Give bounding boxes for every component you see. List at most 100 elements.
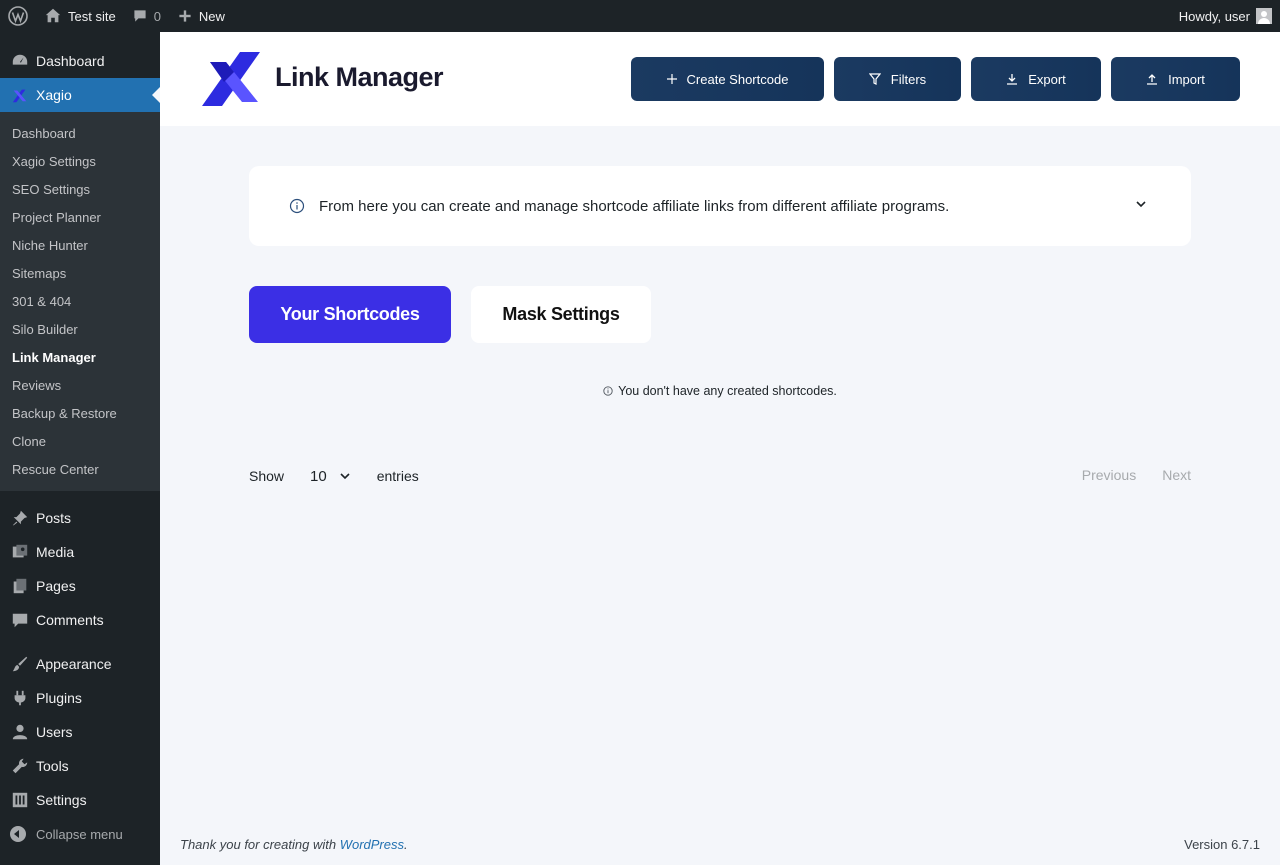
collapse-menu-label: Collapse menu <box>36 826 123 842</box>
submenu-seo-settings[interactable]: SEO Settings <box>0 175 160 203</box>
xagio-logo-icon <box>202 52 260 106</box>
chevron-down-icon[interactable] <box>1135 198 1147 210</box>
menu-pages[interactable]: Pages <box>0 569 160 603</box>
submenu-link-manager[interactable]: Link Manager <box>0 343 160 371</box>
show-label: Show <box>249 468 285 484</box>
brush-icon <box>10 654 30 674</box>
tab-your-shortcodes[interactable]: Your Shortcodes <box>249 286 451 343</box>
filters-button[interactable]: Filters <box>834 57 961 101</box>
new-label: New <box>198 8 225 24</box>
footer-version: Version 6.7.1 <box>1184 837 1260 852</box>
dashboard-icon <box>10 51 30 71</box>
menu-comments[interactable]: Comments <box>0 603 160 637</box>
menu-settings-label: Settings <box>36 792 87 808</box>
avatar <box>1256 8 1272 24</box>
next-button[interactable]: Next <box>1162 467 1191 483</box>
wrench-icon <box>10 756 30 776</box>
info-notice[interactable]: From here you can create and manage shor… <box>249 166 1191 246</box>
menu-settings[interactable]: Settings <box>0 783 160 817</box>
settings-icon <box>10 790 30 810</box>
notice-text: From here you can create and manage shor… <box>319 197 950 215</box>
menu-media-label: Media <box>36 544 75 560</box>
xagio-icon <box>10 85 30 105</box>
pagination: Previous Next <box>1082 467 1191 483</box>
wordpress-logo-icon <box>8 6 28 26</box>
footer-thanks-suffix: . <box>404 837 408 852</box>
create-shortcode-button[interactable]: Create Shortcode <box>631 57 824 101</box>
entries-select[interactable]: 10 <box>310 468 351 485</box>
menu-comments-label: Comments <box>36 612 104 628</box>
pages-icon <box>10 576 30 596</box>
menu-xagio[interactable]: Xagio <box>0 78 160 112</box>
page-title: Link Manager <box>275 62 444 92</box>
site-name: Test site <box>68 8 116 24</box>
collapse-arrow-icon <box>10 826 26 842</box>
admin-bar: Test site 0 New Howdy, user <box>0 0 1280 32</box>
entries-label: entries <box>376 468 419 484</box>
comment-icon <box>10 610 30 630</box>
submenu-dashboard[interactable]: Dashboard <box>0 119 160 147</box>
media-icon <box>10 542 30 562</box>
menu-plugins[interactable]: Plugins <box>0 681 160 715</box>
submenu-clone[interactable]: Clone <box>0 427 160 455</box>
chevron-down-icon <box>340 473 350 480</box>
home-icon <box>45 8 61 23</box>
account-menu[interactable]: Howdy, user <box>1179 8 1280 24</box>
submenu-backup-restore[interactable]: Backup & Restore <box>0 399 160 427</box>
xagio-submenu: Dashboard Xagio Settings SEO Settings Pr… <box>0 112 160 491</box>
site-name-menu[interactable]: Test site <box>36 0 124 32</box>
footer-thanks: Thank you for creating with WordPress. <box>180 837 408 852</box>
submenu-silo-builder[interactable]: Silo Builder <box>0 315 160 343</box>
menu-appearance[interactable]: Appearance <box>0 647 160 681</box>
submenu-sitemaps[interactable]: Sitemaps <box>0 259 160 287</box>
submenu-301-404[interactable]: 301 & 404 <box>0 287 160 315</box>
plus-icon <box>179 10 191 22</box>
import-label: Import <box>1168 71 1205 87</box>
menu-xagio-label: Xagio <box>36 87 72 103</box>
menu-pages-label: Pages <box>36 578 76 594</box>
new-content-menu[interactable]: New <box>169 0 233 32</box>
menu-users[interactable]: Users <box>0 715 160 749</box>
user-icon <box>10 722 30 742</box>
filter-icon <box>868 73 881 85</box>
submenu-rescue-center[interactable]: Rescue Center <box>0 455 160 483</box>
plug-icon <box>10 688 30 708</box>
entries-value: 10 <box>310 467 327 485</box>
info-circle-icon <box>289 198 305 214</box>
collapse-menu-button[interactable]: Collapse menu <box>0 817 160 851</box>
wp-logo-menu[interactable] <box>0 0 36 32</box>
menu-media[interactable]: Media <box>0 535 160 569</box>
menu-posts-label: Posts <box>36 510 72 526</box>
info-circle-icon <box>603 386 613 396</box>
howdy-greeting: Howdy, user <box>1178 8 1250 24</box>
empty-state: You don't have any created shortcodes. <box>249 384 1191 398</box>
submenu-xagio-settings[interactable]: Xagio Settings <box>0 147 160 175</box>
wordpress-link[interactable]: WordPress <box>340 837 404 852</box>
empty-message: You don't have any created shortcodes. <box>618 384 837 398</box>
submenu-niche-hunter[interactable]: Niche Hunter <box>0 231 160 259</box>
tab-mask-settings[interactable]: Mask Settings <box>471 286 651 343</box>
app-header: Link Manager Create Shortcode Filters Ex… <box>160 32 1280 126</box>
download-icon <box>1007 74 1018 85</box>
footer-thanks-text: Thank you for creating with <box>180 837 340 852</box>
entries-length: Show 10 entries <box>249 467 419 485</box>
submenu-project-planner[interactable]: Project Planner <box>0 203 160 231</box>
import-button[interactable]: Import <box>1111 57 1240 101</box>
export-button[interactable]: Export <box>971 57 1101 101</box>
submenu-reviews[interactable]: Reviews <box>0 371 160 399</box>
previous-button[interactable]: Previous <box>1082 467 1136 483</box>
admin-sidebar: Dashboard Xagio Dashboard Xagio Settings… <box>0 32 160 865</box>
upload-icon <box>1147 74 1158 85</box>
menu-posts[interactable]: Posts <box>0 501 160 535</box>
menu-tools-label: Tools <box>36 758 69 774</box>
menu-appearance-label: Appearance <box>36 656 112 672</box>
menu-tools[interactable]: Tools <box>0 749 160 783</box>
plus-icon <box>666 74 677 84</box>
menu-dashboard[interactable]: Dashboard <box>0 44 160 78</box>
export-label: Export <box>1028 71 1066 87</box>
filters-label: Filters <box>890 71 927 87</box>
menu-plugins-label: Plugins <box>36 690 82 706</box>
comments-count: 0 <box>153 8 161 24</box>
comment-bubble-icon <box>134 10 146 22</box>
comments-menu[interactable]: 0 <box>124 0 169 32</box>
